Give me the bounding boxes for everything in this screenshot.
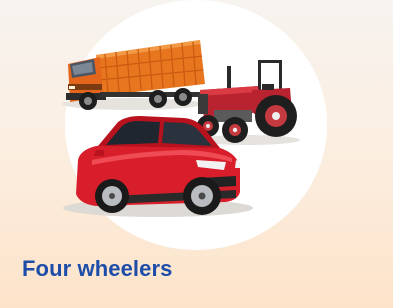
four-wheelers-card[interactable]: Four wheelers [0, 0, 393, 308]
vehicles-illustration [62, 40, 300, 217]
tractor-icon [196, 60, 300, 145]
category-title: Four wheelers [22, 256, 173, 281]
truck-icon [62, 40, 205, 110]
